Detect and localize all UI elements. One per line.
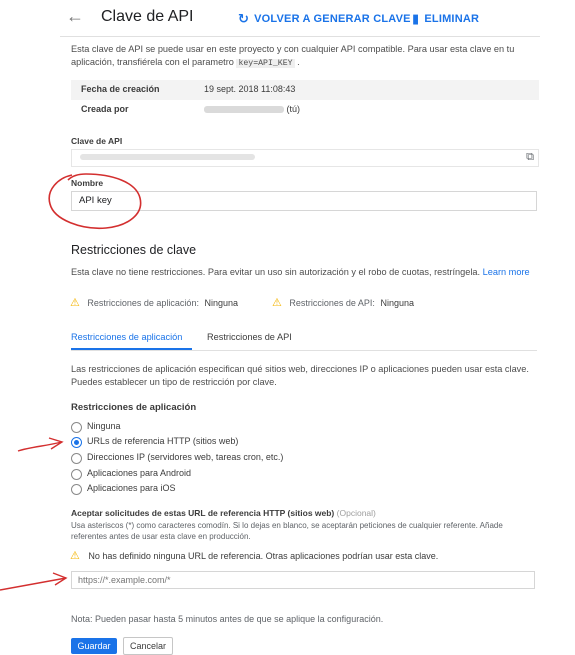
cancel-button[interactable]: Cancelar [123, 637, 173, 655]
api-key-label: Clave de API [71, 136, 123, 146]
radio-button[interactable] [71, 422, 82, 433]
tabs-divider [71, 350, 537, 351]
copy-icon[interactable]: ⧉ [526, 151, 534, 164]
radio-button[interactable] [71, 453, 82, 464]
radio-button[interactable] [71, 484, 82, 495]
restrictions-desc-text: Esta clave no tiene restricciones. Para … [71, 267, 481, 277]
api-restriction-summary-label: Restricciones de API: [289, 298, 375, 308]
header-divider [60, 36, 540, 37]
name-label: Nombre [71, 178, 104, 188]
referrers-label-row: Aceptar solicitudes de estas URL de refe… [71, 508, 376, 518]
blurred-email [204, 106, 284, 114]
created-date-row: Fecha de creación 19 sept. 2018 11:08:43 [71, 80, 539, 100]
warning-icon: ⚠ [70, 550, 80, 562]
back-arrow-icon[interactable]: ← [66, 6, 84, 27]
config-note: Nota: Pueden pasar hasta 5 minutos antes… [71, 614, 384, 624]
referrers-help-text: Usa asteriscos (*) como caracteres comod… [71, 521, 503, 541]
radio-button-selected[interactable] [71, 437, 82, 448]
created-date-value: 19 sept. 2018 11:08:43 [204, 84, 296, 94]
annotation-arrow-shaft [17, 441, 63, 452]
app-restriction-summary: ⚠ Restricciones de aplicación: Ninguna [70, 296, 238, 309]
referrer-url-input[interactable] [71, 571, 535, 589]
api-restriction-summary-value: Ninguna [380, 298, 414, 308]
warning-icon: ⚠ [70, 297, 80, 309]
name-input-value: API key [79, 195, 112, 206]
page-header: ← Clave de API ↻ VOLVER A GENERAR CLAVE ▮… [0, 0, 575, 36]
referrers-warning: ⚠ No has definido ninguna URL de referen… [70, 549, 438, 562]
created-by-suffix: (tú) [286, 104, 301, 114]
radio-label: Aplicaciones para Android [87, 468, 192, 478]
tab-application-restrictions[interactable]: Restricciones de aplicación [71, 332, 182, 342]
learn-more-link[interactable]: Learn more [483, 267, 530, 277]
annotation-arrow-head [48, 437, 64, 450]
intro-text: Esta clave de API se puede usar en este … [71, 43, 541, 70]
app-restriction-summary-label: Restricciones de aplicación: [87, 298, 199, 308]
radio-label: Direcciones IP (servidores web, tareas c… [87, 452, 284, 462]
trash-icon: ▮ [412, 11, 420, 26]
api-restriction-summary: ⚠ Restricciones de API: Ninguna [272, 296, 414, 309]
intro-text-end: . [294, 57, 300, 67]
created-by-label: Creada por [81, 104, 129, 114]
warning-icon: ⚠ [272, 297, 282, 309]
referrers-warning-text: No has definido ninguna URL de referenci… [88, 551, 439, 561]
regenerate-key-label: VOLVER A GENERAR CLAVE [254, 13, 411, 25]
annotation-arrow-head [52, 572, 68, 586]
save-button[interactable]: Guardar [71, 638, 117, 654]
radio-button[interactable] [71, 469, 82, 480]
tab-api-restrictions[interactable]: Restricciones de API [207, 332, 292, 342]
app-restrictions-description: Las restricciones de aplicación especifi… [71, 364, 529, 387]
blurred-api-key [80, 154, 255, 160]
radio-label: Ninguna [87, 421, 121, 431]
referrers-label: Aceptar solicitudes de estas URL de refe… [71, 508, 335, 518]
optional-tag: (Opcional) [336, 508, 376, 518]
created-date-label: Fecha de creación [81, 84, 160, 94]
radio-label: URLs de referencia HTTP (sitios web) [87, 436, 239, 446]
page-title: Clave de API [101, 8, 194, 25]
key-restrictions-description: Esta clave no tiene restricciones. Para … [71, 266, 541, 279]
annotation-arrow-shaft [0, 577, 67, 591]
delete-button[interactable]: ▮ ELIMINAR [412, 10, 479, 26]
delete-label: ELIMINAR [424, 13, 480, 25]
app-restriction-summary-value: Ninguna [204, 298, 238, 308]
radio-label: Aplicaciones para iOS [87, 483, 176, 493]
intro-code: key=API_KEY [236, 59, 295, 68]
key-restrictions-heading: Restricciones de clave [71, 243, 197, 257]
created-by-row: Creada por (tú) [71, 100, 539, 120]
created-by-value: (tú) [204, 104, 300, 114]
regenerate-key-button[interactable]: ↻ VOLVER A GENERAR CLAVE [238, 10, 411, 26]
name-input[interactable]: API key [71, 191, 537, 211]
app-restrictions-heading: Restricciones de aplicación [71, 402, 197, 413]
refresh-icon: ↻ [238, 11, 250, 26]
api-key-field[interactable]: ⧉ [71, 149, 539, 167]
